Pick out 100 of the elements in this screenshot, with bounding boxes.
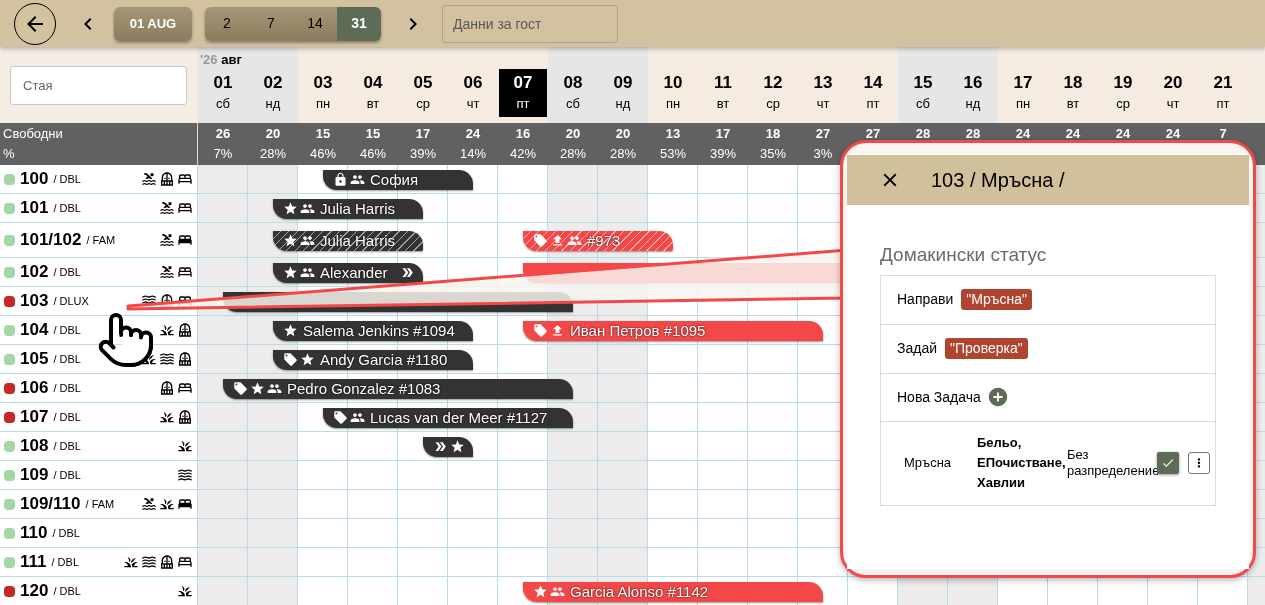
date-number: 01 (213, 73, 233, 93)
room-type: / DBL (53, 322, 81, 338)
room-number: 101 (20, 197, 49, 220)
grass-icon (177, 438, 193, 454)
weekday: нд (265, 95, 281, 113)
swimmer-icon (159, 264, 175, 280)
action-label: Задай (897, 339, 938, 358)
action-label: Направи (897, 290, 954, 309)
room-type: / FAM (85, 496, 115, 512)
room-number: 103 (20, 290, 49, 313)
date-cell[interactable]: 13 чт (799, 69, 847, 117)
occupancy-percent: 35% (760, 145, 786, 163)
date-cell[interactable]: 09 нд (599, 69, 647, 117)
weekday: сб (216, 95, 230, 113)
people-icon (550, 584, 565, 599)
occupancy-percent: 7% (213, 145, 233, 163)
date-number: 18 (1063, 73, 1083, 93)
date-number: 20 (1163, 73, 1183, 93)
task-done-checkbox[interactable] (1157, 452, 1179, 474)
people-icon (300, 201, 315, 216)
date-cell[interactable]: 07 пт (499, 69, 547, 117)
date-cell[interactable]: 20 чт (1149, 69, 1197, 117)
date-number: 17 (1013, 73, 1033, 93)
guest-name: #973 (587, 233, 621, 248)
room-type: / DBL (53, 380, 81, 396)
range-option[interactable]: 7 (249, 6, 293, 41)
people-icon (267, 381, 282, 396)
date-cell[interactable]: 12 ср (749, 69, 797, 117)
more-button[interactable] (1188, 452, 1210, 474)
room-type: / DBL (53, 171, 81, 187)
date-cell[interactable]: 21 пт (1199, 69, 1247, 117)
date-cell[interactable]: 17 пн (999, 69, 1047, 117)
room-number: 100 (20, 168, 49, 191)
add-task-button[interactable] (986, 386, 1009, 408)
check-icon (1161, 456, 1175, 470)
room-type: / FAM (86, 232, 116, 248)
date-cell[interactable]: 18 вт (1049, 69, 1097, 117)
date-cell[interactable]: 04 вт (349, 69, 397, 117)
date-cell[interactable]: 03 пн (299, 69, 347, 117)
free-count: 18 (765, 125, 781, 143)
weekday: пт (516, 95, 530, 113)
free-count: 27 (865, 125, 881, 143)
tag-icon (533, 323, 548, 338)
guest-name: Salema Jenkins #1094 (303, 323, 455, 338)
date-cell[interactable]: 05 ср (399, 69, 447, 117)
bed-icon (177, 496, 193, 512)
range-option[interactable]: 31 (337, 6, 381, 41)
date-cell[interactable]: 19 ср (1099, 69, 1147, 117)
date-cell[interactable]: 11 вт (699, 69, 747, 117)
date-cell[interactable]: 10 пн (649, 69, 697, 117)
date-cell[interactable]: 16 нд (949, 69, 997, 117)
room-number: 105 (20, 348, 49, 371)
room-number: 108 (20, 435, 49, 458)
occupancy-percent: 28% (610, 145, 636, 163)
weekday: ср (416, 95, 430, 113)
guest-name: Andy Garcia #1180 (320, 352, 448, 367)
status-badge[interactable]: "Проверка" (945, 338, 1028, 359)
date-cell[interactable]: 08 сб (549, 69, 597, 117)
date-number: 13 (813, 73, 833, 93)
upload-icon (550, 323, 565, 338)
range-option[interactable]: 14 (293, 6, 337, 41)
guest-name: София (370, 172, 419, 187)
people-icon (300, 265, 315, 280)
double-chevron-icon (433, 439, 448, 454)
lock-icon (333, 172, 348, 187)
arched-door-icon (177, 409, 193, 425)
guest-search-field[interactable]: Данни за гост (442, 4, 618, 43)
date-number: 08 (563, 73, 583, 93)
date-cell[interactable]: 01 сб (199, 69, 247, 117)
free-count: 20 (565, 125, 581, 143)
occupancy-percent: 14% (460, 145, 486, 163)
room-type: / DBL (53, 583, 81, 599)
range-option[interactable]: 2 (205, 6, 249, 41)
guest-name: Lucas van der Meer #1127 (370, 410, 548, 425)
free-count: 24 (1115, 125, 1131, 143)
occupancy-percent: 39% (710, 145, 736, 163)
star-icon (283, 201, 298, 216)
occupancy-percent: 46% (360, 145, 386, 163)
new-task-label: Нова Задача (897, 387, 981, 407)
free-count: 27 (815, 125, 831, 143)
grass-icon (177, 583, 193, 599)
date-cell[interactable]: 02 нд (249, 69, 297, 117)
date-cell[interactable]: 15 сб (899, 69, 947, 117)
weekday: чт (816, 95, 830, 113)
room-number: 111 (20, 551, 47, 574)
bed-icon (177, 232, 193, 248)
arched-door-icon (159, 171, 175, 187)
stats-label: % (3, 145, 16, 163)
room-type: / DLUX (53, 293, 89, 309)
room-search-field[interactable]: Стая (10, 65, 187, 105)
room-number: 107 (20, 406, 49, 429)
star-icon (283, 323, 298, 338)
weekday: пт (866, 95, 880, 113)
date-cell[interactable]: 14 пт (849, 69, 897, 117)
status-badge[interactable]: "Мръсна" (961, 289, 1032, 310)
guest-name: Alexander (320, 265, 388, 280)
date-cell[interactable]: 06 чт (449, 69, 497, 117)
swimmer-icon (159, 232, 175, 248)
occupancy-percent: 53% (660, 145, 686, 163)
people-icon (300, 233, 315, 248)
